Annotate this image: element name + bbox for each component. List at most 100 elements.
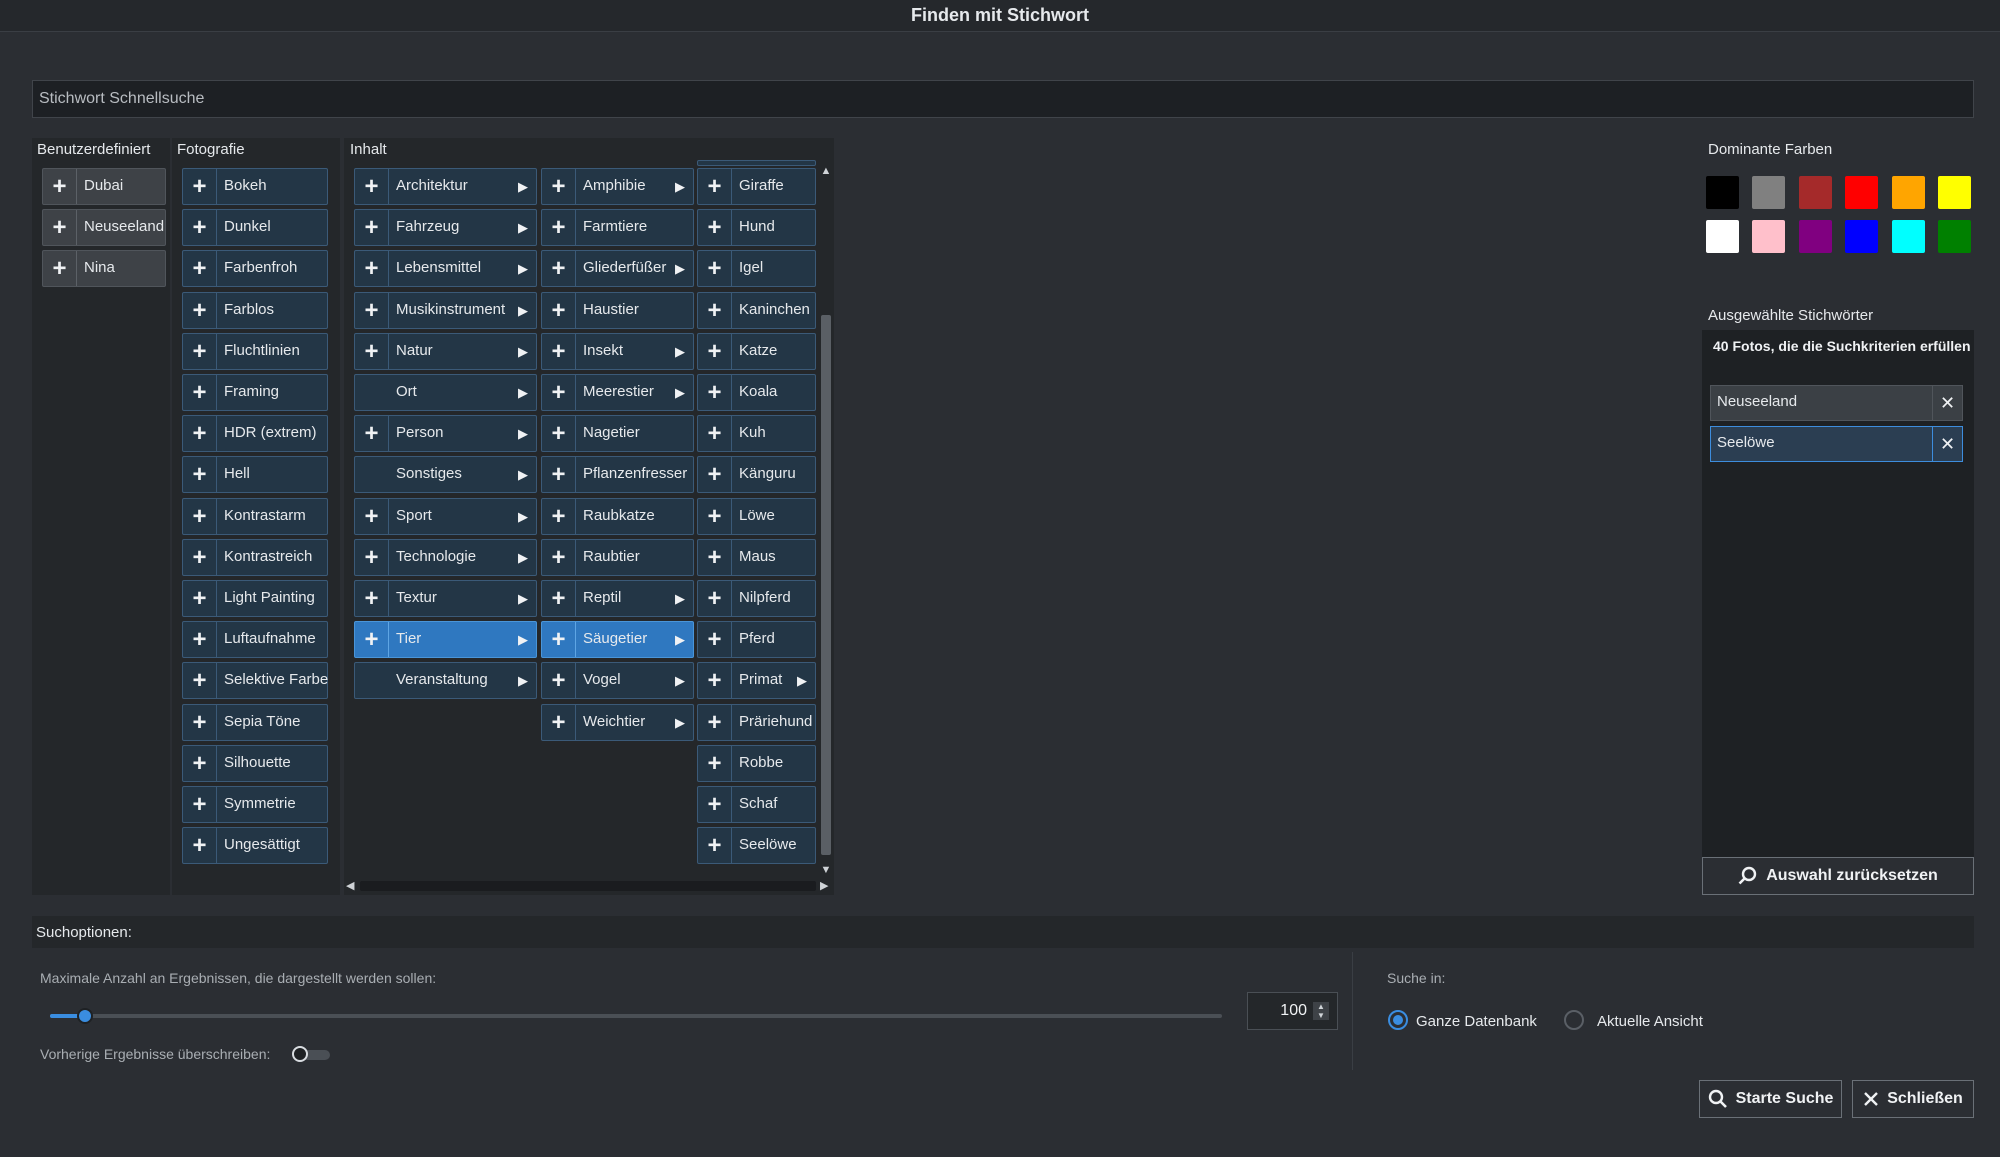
keyword-veranstaltung[interactable]: Veranstaltung ▶	[354, 662, 537, 699]
color-swatch[interactable]	[1845, 220, 1879, 253]
plus-icon[interactable]: +	[698, 746, 732, 781]
color-swatch[interactable]	[1752, 176, 1786, 209]
selected-keyword-chip[interactable]: Neuseeland ✕	[1710, 385, 1963, 421]
plus-icon[interactable]: +	[355, 416, 389, 451]
plus-icon[interactable]: +	[355, 210, 389, 245]
keyword-maus[interactable]: + Maus	[697, 539, 816, 576]
plus-icon[interactable]: +	[183, 828, 217, 863]
max-results-spinbox[interactable]: 100 ▲ ▼	[1247, 992, 1338, 1030]
keyword-tier[interactable]: + Tier ▶	[354, 621, 537, 658]
keyword-person[interactable]: + Person ▶	[354, 415, 537, 452]
color-swatch[interactable]	[1706, 176, 1739, 209]
plus-icon[interactable]: +	[43, 169, 77, 204]
plus-icon[interactable]: +	[542, 705, 576, 740]
plus-icon[interactable]: +	[698, 622, 732, 657]
color-swatch[interactable]	[1891, 220, 1925, 253]
keyword-farbenfroh[interactable]: + Farbenfroh	[182, 250, 328, 287]
keyword-farblos[interactable]: + Farblos	[182, 292, 328, 329]
color-swatch[interactable]	[1891, 176, 1925, 209]
keyword-seelöwe[interactable]: + Seelöwe	[697, 827, 816, 864]
plus-icon[interactable]: +	[698, 210, 732, 245]
plus-icon[interactable]: +	[355, 293, 389, 328]
plus-icon[interactable]: +	[183, 334, 217, 369]
keyword-kontrastreich[interactable]: + Kontrastreich	[182, 539, 328, 576]
keyword-dunkel[interactable]: + Dunkel	[182, 209, 328, 246]
plus-icon[interactable]: +	[183, 622, 217, 657]
keyword-lebensmittel[interactable]: + Lebensmittel ▶	[354, 250, 537, 287]
color-swatch[interactable]	[1938, 220, 1971, 253]
plus-icon[interactable]: +	[43, 210, 77, 245]
plus-icon[interactable]: +	[542, 457, 576, 492]
keyword-löwe[interactable]: + Löwe	[697, 498, 816, 535]
plus-icon[interactable]: +	[183, 787, 217, 822]
radio-entire-database[interactable]	[1388, 1010, 1408, 1030]
keyword-känguru[interactable]: + Känguru	[697, 456, 816, 493]
keyword-schaf[interactable]: + Schaf	[697, 786, 816, 823]
keyword-pflanzenfresser[interactable]: + Pflanzenfresser	[541, 456, 694, 493]
plus-icon[interactable]: +	[183, 375, 217, 410]
plus-icon[interactable]: +	[183, 499, 217, 534]
plus-icon[interactable]: +	[183, 169, 217, 204]
keyword-hund[interactable]: + Hund	[697, 209, 816, 246]
plus-icon[interactable]: +	[183, 746, 217, 781]
plus-icon[interactable]: +	[542, 540, 576, 575]
plus-icon[interactable]: +	[355, 581, 389, 616]
plus-icon[interactable]: +	[183, 663, 217, 698]
keyword-kaninchen[interactable]: + Kaninchen	[697, 292, 816, 329]
plus-icon[interactable]: +	[542, 375, 576, 410]
keyword-light-painting[interactable]: + Light Painting	[182, 580, 328, 617]
plus-icon[interactable]: +	[355, 499, 389, 534]
keyword-reptil[interactable]: + Reptil ▶	[541, 580, 694, 617]
plus-icon[interactable]: +	[183, 251, 217, 286]
plus-icon[interactable]: +	[542, 581, 576, 616]
keyword-robbe[interactable]: + Robbe	[697, 745, 816, 782]
selected-keyword-chip[interactable]: Seelöwe ✕	[1710, 426, 1963, 462]
plus-icon[interactable]: +	[698, 540, 732, 575]
keyword-vogel[interactable]: + Vogel ▶	[541, 662, 694, 699]
color-swatch[interactable]	[1706, 220, 1739, 253]
plus-icon[interactable]: +	[43, 251, 77, 286]
scrollbar-thumb-horizontal[interactable]	[360, 881, 816, 891]
plus-icon[interactable]: +	[698, 375, 732, 410]
keyword-sepia-töne[interactable]: + Sepia Töne	[182, 704, 328, 741]
keyword-bokeh[interactable]: + Bokeh	[182, 168, 328, 205]
remove-keyword-icon[interactable]: ✕	[1932, 386, 1962, 420]
scroll-right-arrow-icon[interactable]: ▶	[820, 879, 832, 893]
keyword-katze[interactable]: + Katze	[697, 333, 816, 370]
plus-icon[interactable]: +	[698, 499, 732, 534]
plus-icon[interactable]: +	[183, 457, 217, 492]
content-horizontal-scrollbar[interactable]: ◀ ▶	[344, 877, 834, 895]
overwrite-results-toggle[interactable]	[292, 1046, 330, 1062]
keyword-selektive-farbe[interactable]: + Selektive Farbe	[182, 662, 328, 699]
keyword-primat[interactable]: + Primat ▶	[697, 662, 816, 699]
plus-icon[interactable]: +	[698, 334, 732, 369]
keyword-musikinstrument[interactable]: + Musikinstrument ▶	[354, 292, 537, 329]
keyword-ungesättigt[interactable]: + Ungesättigt	[182, 827, 328, 864]
max-results-slider-track[interactable]	[50, 1014, 1222, 1018]
color-swatch[interactable]	[1798, 220, 1832, 253]
plus-icon[interactable]: +	[355, 251, 389, 286]
keyword-architektur[interactable]: + Architektur ▶	[354, 168, 537, 205]
color-swatch[interactable]	[1938, 176, 1971, 209]
start-search-button[interactable]: Starte Suche	[1699, 1080, 1842, 1118]
plus-icon[interactable]: +	[542, 210, 576, 245]
plus-icon[interactable]: +	[542, 251, 576, 286]
keyword-framing[interactable]: + Framing	[182, 374, 328, 411]
keyword-koala[interactable]: + Koala	[697, 374, 816, 411]
keyword-neuseeland[interactable]: + Neuseeland	[42, 209, 166, 246]
keyword-weichtier[interactable]: + Weichtier ▶	[541, 704, 694, 741]
radio-current-view-label[interactable]: Aktuelle Ansicht	[1597, 1013, 1703, 1030]
plus-icon[interactable]: +	[698, 251, 732, 286]
content-vertical-scrollbar[interactable]: ▲ ▼	[818, 165, 834, 878]
keyword-raubtier[interactable]: + Raubtier	[541, 539, 694, 576]
keyword-präriehund[interactable]: + Präriehund	[697, 704, 816, 741]
keyword-dubai[interactable]: + Dubai	[42, 168, 166, 205]
keyword-natur[interactable]: + Natur ▶	[354, 333, 537, 370]
color-swatch[interactable]	[1752, 220, 1786, 253]
keyword-amphibie[interactable]: + Amphibie ▶	[541, 168, 694, 205]
keyword-raubkatze[interactable]: + Raubkatze	[541, 498, 694, 535]
keyword-hdr-extrem[interactable]: + HDR (extrem)	[182, 415, 328, 452]
radio-current-view[interactable]	[1564, 1010, 1584, 1030]
keyword-fahrzeug[interactable]: + Fahrzeug ▶	[354, 209, 537, 246]
keyword-textur[interactable]: + Textur ▶	[354, 580, 537, 617]
